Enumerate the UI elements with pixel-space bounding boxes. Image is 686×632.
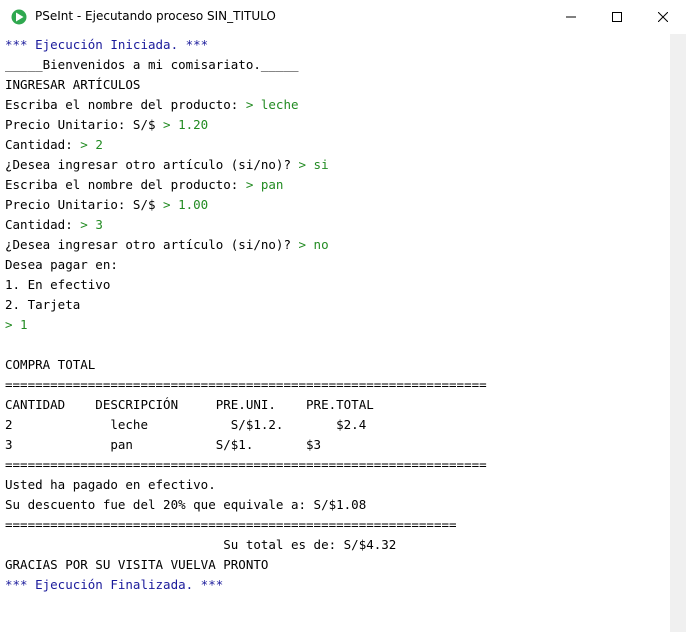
console-line: Precio Unitario: S/$ > 1.00 [5,195,208,215]
console-line: > 1 [5,315,28,335]
output-text: CANTIDAD DESCRIPCIÓN PRE.UNI. PRE.TOTAL [5,397,374,412]
console-line: 3 pan S/$1. $3 [5,435,321,455]
console-line: Desea pagar en: [5,255,118,275]
output-text: Precio Unitario: S/$ [5,197,164,212]
system-message-text: *** Ejecución Iniciada. *** [5,37,209,52]
console-line: Cantidad: > 3 [5,215,103,235]
output-text: Precio Unitario: S/$ [5,117,164,132]
output-text: ========================================… [5,517,457,532]
output-text: ========================================… [5,457,487,472]
output-text: Cantidad: [5,137,81,152]
title-bar[interactable]: PSeInt - Ejecutando proceso SIN_TITULO [0,0,686,34]
output-text: 3 pan S/$1. $3 [5,437,322,452]
output-text: 1. En efectivo [5,277,111,292]
output-text: Usted ha pagado en efectivo. [5,477,216,492]
maximize-icon [612,12,622,22]
output-text: ========================================… [5,377,487,392]
output-text: GRACIAS POR SU VISITA VUELVA PRONTO [5,557,269,572]
window-title: PSeInt - Ejecutando proceso SIN_TITULO [35,9,276,23]
system-message-line: *** Ejecución Finalizada. *** [5,575,223,595]
output-text: Su descuento fue del 20% que equivale a:… [5,497,367,512]
minimize-icon [566,16,576,18]
output-text: 2. Tarjeta [5,297,81,312]
system-message-line: *** Ejecución Iniciada. *** [5,35,208,55]
output-text: Escriba el nombre del producto: [5,97,246,112]
console-line: Su descuento fue del 20% que equivale a:… [5,495,366,515]
output-text: Escriba el nombre del producto: [5,177,246,192]
output-text: _____Bienvenidos a mi comisariato._____ [5,57,299,72]
close-button[interactable] [640,0,686,34]
user-input-text: > no [298,237,329,252]
console-line: Escriba el nombre del producto: > leche [5,95,299,115]
console-line: Usted ha pagado en efectivo. [5,475,216,495]
close-icon [658,12,668,22]
console-line: GRACIAS POR SU VISITA VUELVA PRONTO [5,555,268,575]
user-input-text: > 1.20 [163,117,209,132]
output-text: Su total es de: S/$4.32 [5,537,397,552]
console-line: ¿Desea ingresar otro artículo (si/no)? >… [5,155,329,175]
console-line: Precio Unitario: S/$ > 1.20 [5,115,208,135]
console-line: 1. En efectivo [5,275,110,295]
console-output[interactable]: *** Ejecución Iniciada. *** _____Bienveni… [0,34,670,632]
console-line: 2 leche S/$1.2. $2.4 [5,415,366,435]
console-line: INGRESAR ARTÍCULOS [5,75,140,95]
output-text: Desea pagar en: [5,257,118,272]
pseint-execution-window: PSeInt - Ejecutando proceso SIN_TITULO *… [0,0,686,632]
output-text: ¿Desea ingresar otro artículo (si/no)? [5,237,299,252]
user-input-text: > 3 [80,217,103,232]
user-input-text: > pan [245,177,284,192]
console-line: _____Bienvenidos a mi comisariato._____ [5,55,299,75]
output-text: COMPRA TOTAL [5,357,96,372]
console-line: ========================================… [5,515,457,535]
user-input-text: > 1.00 [163,197,209,212]
pseint-app-icon [11,9,27,25]
output-text: ¿Desea ingresar otro artículo (si/no)? [5,157,299,172]
output-text: 2 leche S/$1.2. $2.4 [5,417,367,432]
console-line: Escriba el nombre del producto: > pan [5,175,283,195]
system-message-text: *** Ejecución Finalizada. *** [5,577,224,592]
user-input-text: > 2 [80,137,103,152]
console-line: Cantidad: > 2 [5,135,103,155]
maximize-button[interactable] [594,0,640,34]
output-text: Cantidad: [5,217,81,232]
console-line: 2. Tarjeta [5,295,80,315]
vertical-scrollbar[interactable] [670,34,686,632]
user-input-text: > 1 [5,317,28,332]
console-line: CANTIDAD DESCRIPCIÓN PRE.UNI. PRE.TOTAL [5,395,374,415]
console-line: ========================================… [5,375,487,395]
output-text: INGRESAR ARTÍCULOS [5,77,141,92]
console-line: ========================================… [5,455,487,475]
console-line: ¿Desea ingresar otro artículo (si/no)? >… [5,235,329,255]
minimize-button[interactable] [548,0,594,34]
console-line: COMPRA TOTAL [5,355,95,375]
user-input-text: > si [298,157,329,172]
console-line: Su total es de: S/$4.32 [5,535,396,555]
user-input-text: > leche [245,97,299,112]
